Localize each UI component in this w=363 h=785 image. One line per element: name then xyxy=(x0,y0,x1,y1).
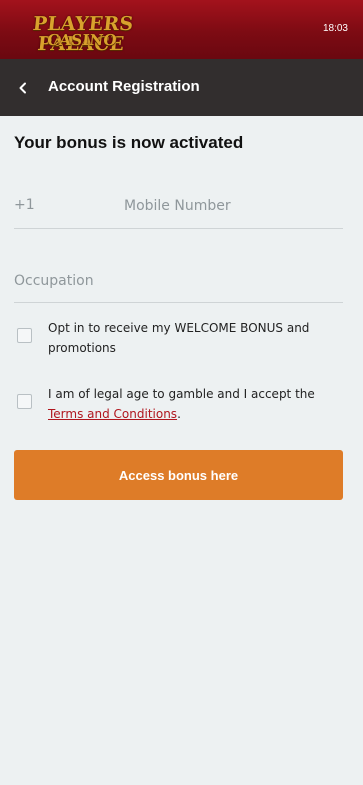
occupation-field xyxy=(14,262,343,303)
legal-age-label: I am of legal age to gamble and I accept… xyxy=(48,384,340,424)
mobile-number-field: +1 xyxy=(14,187,343,229)
clock-time: 18:03 xyxy=(322,23,348,34)
chevron-left-icon xyxy=(19,82,26,94)
occupation-input[interactable] xyxy=(14,263,334,299)
bonus-activated-heading: Your bonus is now activated xyxy=(14,133,244,152)
access-bonus-button[interactable]: Access bonus here xyxy=(14,450,343,500)
logo-subtitle: CASINO xyxy=(46,31,118,49)
legal-age-period: . xyxy=(177,407,181,421)
page-title: Account Registration xyxy=(48,78,200,95)
legal-age-text: I am of legal age to gamble and I accept… xyxy=(48,387,315,401)
welcome-bonus-label: Opt in to receive my WELCOME BONUS and p… xyxy=(48,321,310,355)
welcome-bonus-checkbox[interactable] xyxy=(17,328,32,343)
navigation-bar: Account Registration xyxy=(0,59,363,116)
players-palace-logo[interactable]: PLAYERS PALACE CASINO xyxy=(12,13,152,55)
terms-and-conditions-link[interactable]: Terms and Conditions xyxy=(48,407,177,421)
mobile-number-input[interactable] xyxy=(124,188,339,224)
country-code-prefix: +1 xyxy=(14,197,35,213)
app-header: PLAYERS PALACE CASINO 18:03 xyxy=(0,0,363,59)
legal-age-checkbox[interactable] xyxy=(17,394,32,409)
back-button[interactable] xyxy=(8,73,38,103)
